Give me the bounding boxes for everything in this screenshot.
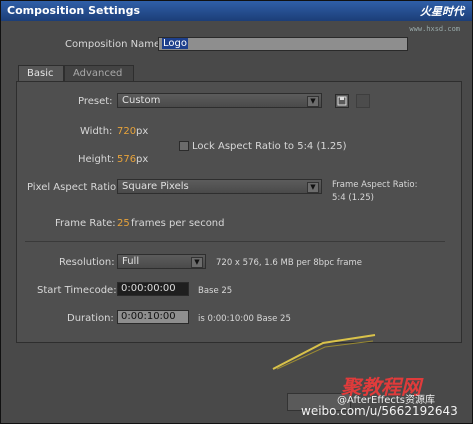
watermark-weibo-url: weibo.com/u/5662192643 <box>301 404 458 418</box>
width-label: Width: <box>80 126 113 137</box>
preset-value: Custom <box>122 95 161 106</box>
chevron-down-icon: ▼ <box>307 96 319 107</box>
start-timecode-input[interactable]: 0:00:00:00 <box>117 282 189 296</box>
frame-rate-unit: frames per second <box>131 218 225 229</box>
chevron-down-icon: ▼ <box>191 257 203 268</box>
preset-dropdown[interactable]: Custom ▼ <box>117 93 322 108</box>
composition-name-value: Logo <box>162 38 188 49</box>
pixel-aspect-value: Square Pixels <box>122 181 189 192</box>
brand-url: www.hxsd.com <box>409 25 460 33</box>
frame-aspect-label: Frame Aspect Ratio: <box>332 180 418 190</box>
composition-name-input[interactable]: Logo <box>158 37 408 51</box>
height-label: Height: <box>78 154 115 165</box>
start-timecode-base: Base 25 <box>198 286 233 296</box>
lock-aspect-label: Lock Aspect Ratio to 5:4 (1.25) <box>192 141 347 152</box>
tab-advanced-label: Advanced <box>73 68 123 79</box>
start-timecode-value: 0:00:00:00 <box>121 283 176 294</box>
resolution-label: Resolution: <box>59 257 115 268</box>
width-value[interactable]: 720 <box>117 126 136 137</box>
preset-label: Preset: <box>78 96 113 107</box>
pixel-aspect-label: Pixel Aspect Ratio: <box>27 182 120 193</box>
tab-basic[interactable]: Basic <box>18 65 64 81</box>
dialog-title: Composition Settings <box>7 4 141 17</box>
duration-input[interactable]: 0:00:10:00 <box>117 310 189 324</box>
save-preset-button[interactable] <box>335 94 349 108</box>
resolution-value: Full <box>122 256 140 267</box>
duration-value: 0:00:10:00 <box>121 311 176 322</box>
frame-aspect-value: 5:4 (1.25) <box>332 193 374 203</box>
start-timecode-label: Start Timecode: <box>37 285 117 296</box>
tab-basic-label: Basic <box>27 68 54 79</box>
tab-advanced[interactable]: Advanced <box>64 65 134 81</box>
save-icon <box>337 96 347 106</box>
delete-preset-button[interactable] <box>356 94 370 108</box>
duration-info: is 0:00:10:00 Base 25 <box>198 314 291 324</box>
height-value[interactable]: 576 <box>117 154 136 165</box>
lock-aspect-checkbox[interactable] <box>179 141 189 151</box>
pixel-aspect-dropdown[interactable]: Square Pixels ▼ <box>117 179 322 194</box>
width-unit: px <box>136 126 149 137</box>
section-divider <box>25 241 445 242</box>
height-unit: px <box>136 154 149 165</box>
chevron-down-icon: ▼ <box>307 182 319 193</box>
watermark-graphic <box>272 334 376 370</box>
title-bar[interactable]: Composition Settings 火星时代 <box>1 1 472 21</box>
basic-settings-panel <box>16 81 462 343</box>
resolution-dropdown[interactable]: Full ▼ <box>117 254 206 269</box>
composition-settings-dialog: Composition Settings 火星时代 www.hxsd.com C… <box>0 0 473 424</box>
resolution-info: 720 x 576, 1.6 MB per 8bpc frame <box>216 258 362 268</box>
brand-logo-text: 火星时代 <box>420 5 464 18</box>
frame-rate-value[interactable]: 25 <box>117 218 130 229</box>
composition-name-label: Composition Name: <box>65 39 164 50</box>
frame-rate-label: Frame Rate: <box>55 218 116 229</box>
duration-label: Duration: <box>67 313 114 324</box>
